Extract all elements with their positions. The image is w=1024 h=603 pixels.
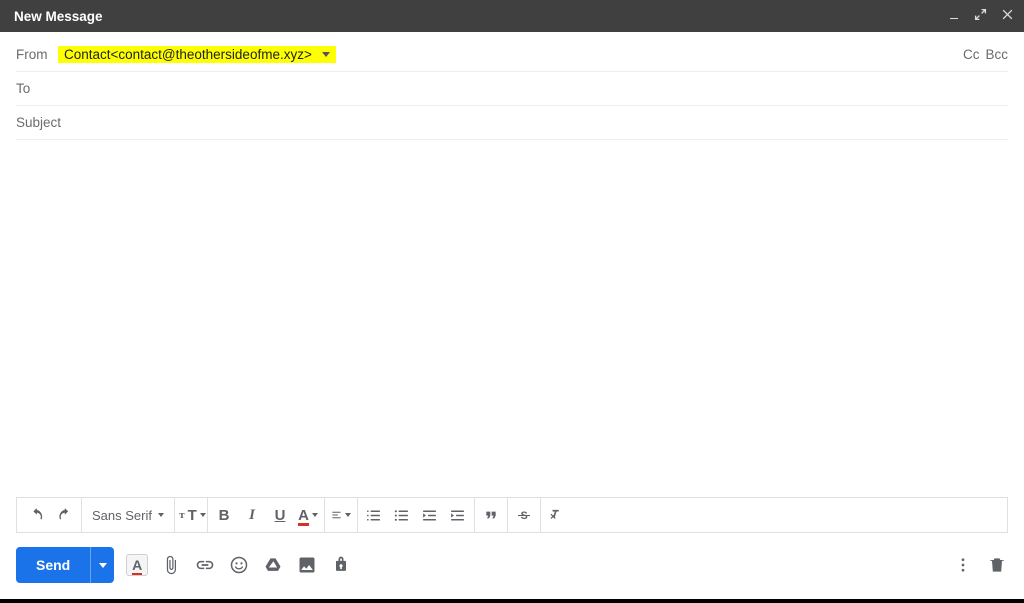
indent-more-icon[interactable]	[448, 505, 468, 525]
close-icon[interactable]	[1001, 8, 1014, 24]
bold-icon[interactable]: B	[214, 505, 234, 525]
bullet-list-icon[interactable]	[392, 505, 412, 525]
link-icon[interactable]	[194, 554, 216, 576]
formatting-toggle-icon[interactable]: A	[126, 554, 148, 576]
send-bar: Send A	[0, 533, 1024, 599]
cc-link[interactable]: Cc	[963, 47, 980, 62]
chevron-down-icon	[158, 513, 164, 517]
send-options-button[interactable]	[90, 547, 114, 583]
chevron-down-icon	[322, 52, 330, 57]
confidential-mode-icon[interactable]	[330, 554, 352, 576]
subject-row[interactable]	[16, 106, 1008, 140]
bottom-border	[0, 599, 1024, 603]
format-toolbar: Sans Serif τT тT B I U A	[16, 497, 1008, 533]
discard-icon[interactable]	[986, 554, 1008, 576]
bcc-link[interactable]: Bcc	[985, 47, 1008, 62]
from-label: From	[16, 47, 58, 62]
popout-icon[interactable]	[974, 8, 987, 24]
align-selector[interactable]	[331, 505, 351, 525]
attach-icon[interactable]	[160, 554, 182, 576]
undo-icon[interactable]	[27, 505, 47, 525]
from-row: From Contact<contact@theothersideofme.xy…	[16, 38, 1008, 72]
numbered-list-icon[interactable]	[364, 505, 384, 525]
minimize-icon[interactable]	[948, 8, 960, 24]
subject-input[interactable]	[16, 115, 1008, 130]
compose-header: From Contact<contact@theothersideofme.xy…	[0, 32, 1024, 140]
chevron-down-icon	[312, 513, 318, 517]
clear-format-icon[interactable]	[547, 505, 567, 525]
italic-icon[interactable]: I	[242, 505, 262, 525]
svg-text:S: S	[521, 510, 528, 522]
chevron-down-icon	[200, 513, 206, 517]
underline-icon[interactable]: U	[270, 505, 290, 525]
window-titlebar: New Message	[0, 0, 1024, 32]
font-family-selector[interactable]: Sans Serif	[88, 508, 168, 523]
to-label: To	[16, 81, 58, 96]
drive-icon[interactable]	[262, 554, 284, 576]
font-size-selector[interactable]: τT тT	[181, 505, 201, 525]
send-button[interactable]: Send	[16, 547, 90, 583]
message-body[interactable]	[0, 140, 1024, 497]
chevron-down-icon	[345, 513, 351, 517]
text-color-selector[interactable]: A	[298, 505, 318, 525]
window-title: New Message	[14, 9, 948, 24]
insert-photo-icon[interactable]	[296, 554, 318, 576]
strikethrough-icon[interactable]: S	[514, 505, 534, 525]
window-controls	[948, 8, 1014, 24]
more-options-icon[interactable]	[952, 554, 974, 576]
redo-icon[interactable]	[55, 505, 75, 525]
quote-icon[interactable]	[481, 505, 501, 525]
font-family-label: Sans Serif	[92, 508, 152, 523]
from-value: Contact<contact@theothersideofme.xyz>	[64, 47, 312, 62]
emoji-icon[interactable]	[228, 554, 250, 576]
from-selector[interactable]: Contact<contact@theothersideofme.xyz>	[58, 46, 336, 63]
indent-less-icon[interactable]	[420, 505, 440, 525]
chevron-down-icon	[99, 563, 107, 568]
to-row[interactable]: To	[16, 72, 1008, 106]
